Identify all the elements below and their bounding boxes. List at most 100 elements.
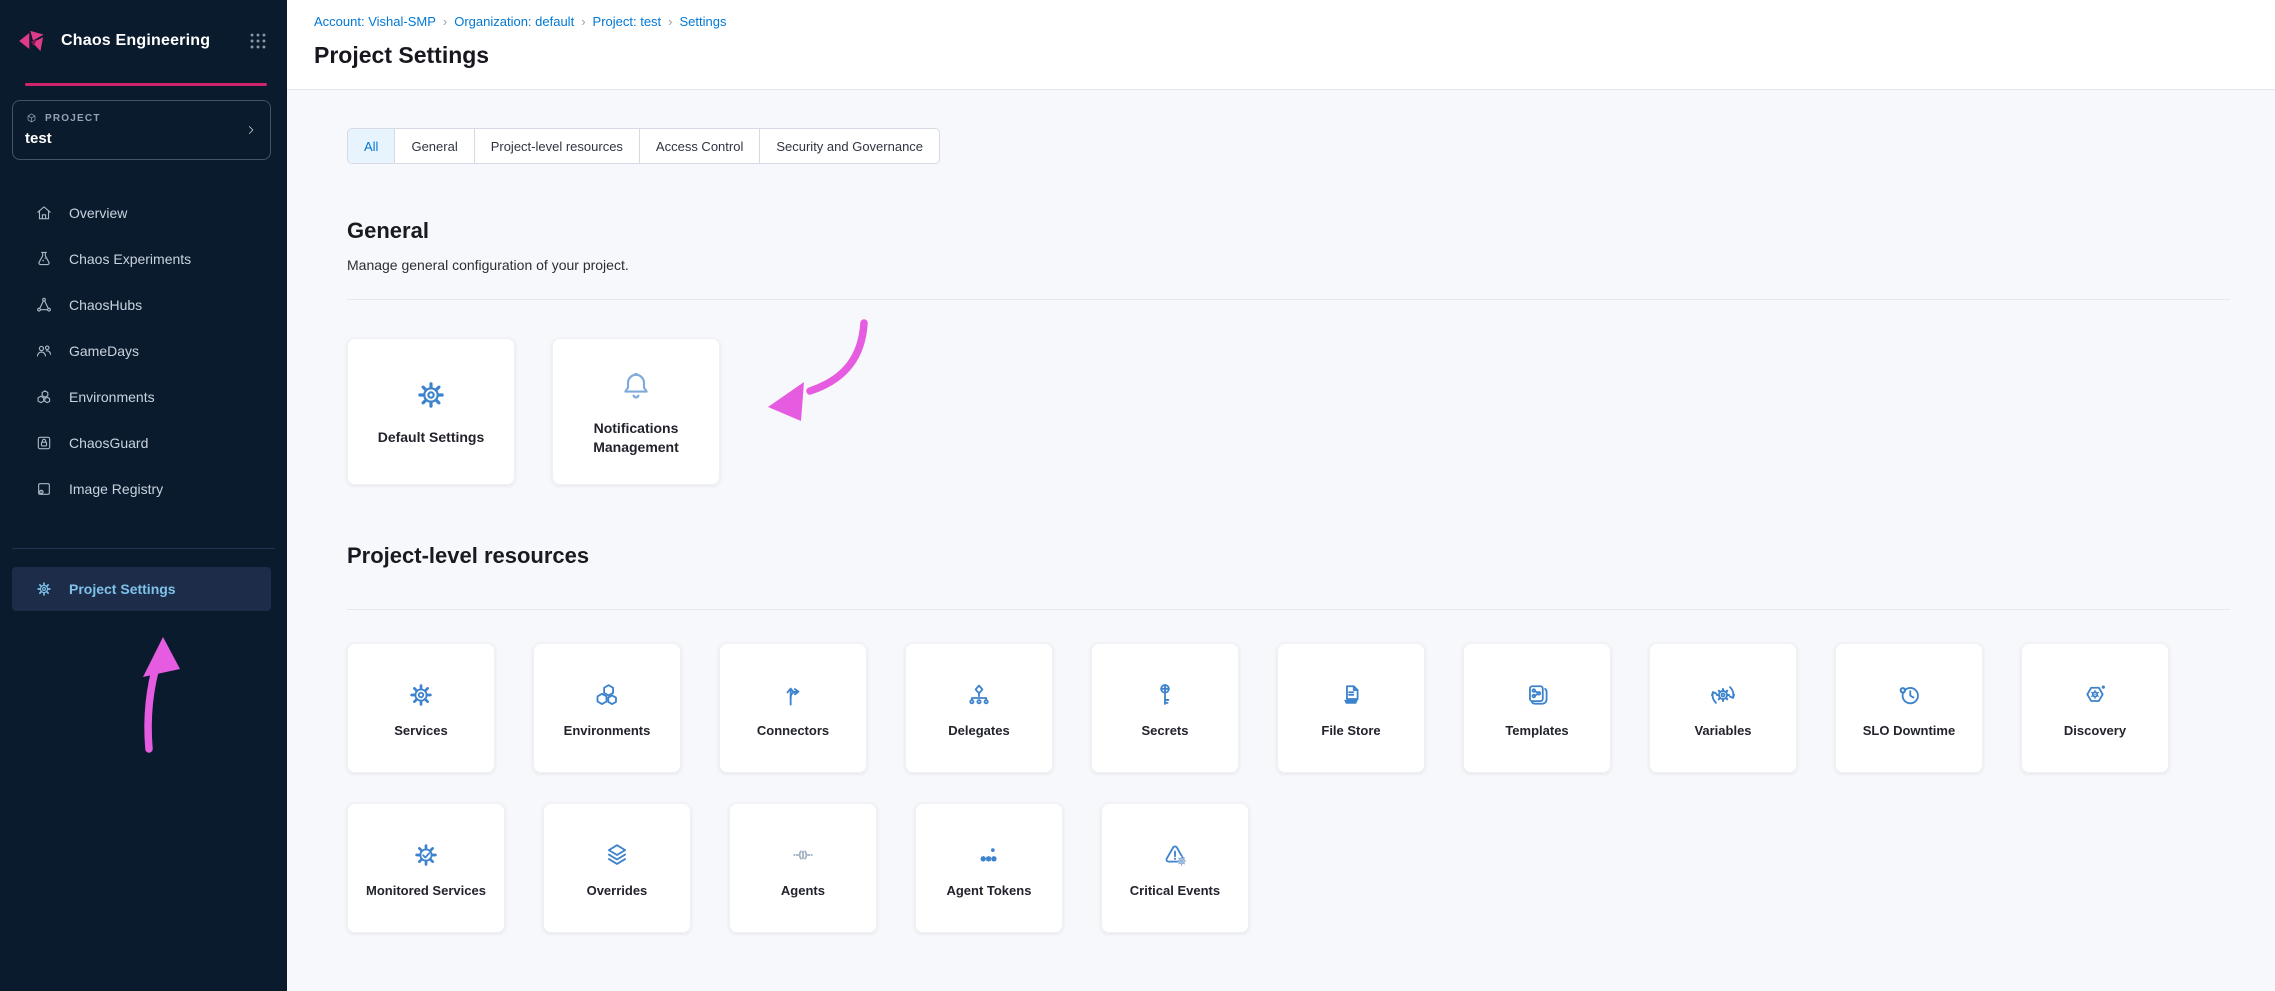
bell-icon — [617, 367, 655, 405]
sidebar-item-chaosguard[interactable]: ChaosGuard — [0, 420, 287, 466]
card-file-store[interactable]: File Store — [1277, 643, 1425, 773]
lock-square-icon — [34, 433, 54, 453]
card-label: Discovery — [2064, 723, 2126, 738]
sidebar-item-project-settings[interactable]: Project Settings — [12, 567, 271, 611]
brand[interactable]: Chaos Engineering — [0, 0, 287, 58]
flask-icon — [34, 249, 54, 269]
breadcrumb-project[interactable]: Project: test — [593, 14, 662, 29]
page-title: Project Settings — [314, 40, 2275, 70]
environments-icon — [591, 679, 623, 711]
sidebar-item-gamedays[interactable]: GameDays — [0, 328, 287, 374]
card-label: Environments — [564, 723, 651, 738]
card-label: Overrides — [587, 883, 648, 898]
monitored-services-icon — [410, 839, 442, 871]
card-label: File Store — [1321, 723, 1380, 738]
breadcrumb-separator: › — [443, 14, 447, 29]
card-services[interactable]: Services — [347, 643, 495, 773]
file-store-icon — [1335, 679, 1367, 711]
discovery-icon — [2079, 679, 2111, 711]
apps-grid-icon[interactable] — [247, 30, 269, 52]
variables-icon — [1707, 679, 1739, 711]
card-default-settings[interactable]: Default Settings — [347, 338, 515, 485]
card-label: Connectors — [757, 723, 829, 738]
tokens-icon — [973, 839, 1005, 871]
sidebar-item-image-registry[interactable]: Image Registry — [0, 466, 287, 512]
card-label: Templates — [1505, 723, 1568, 738]
card-label: Secrets — [1142, 723, 1189, 738]
sidebar-nav: Overview Chaos Experiments ChaosHubs Gam… — [0, 190, 287, 611]
hub-icon — [34, 295, 54, 315]
resources-row-2: Monitored Services Overrides Agents Agen… — [347, 803, 2230, 933]
environments-icon — [34, 387, 54, 407]
templates-icon — [1521, 679, 1553, 711]
sidebar-item-label: Image Registry — [69, 481, 163, 497]
sidebar-item-label: Overview — [69, 205, 127, 221]
card-monitored-services[interactable]: Monitored Services — [347, 803, 505, 933]
card-discovery[interactable]: Discovery — [2021, 643, 2169, 773]
tab-all[interactable]: All — [348, 129, 394, 163]
clock-icon — [1893, 679, 1925, 711]
card-label: Agent Tokens — [946, 883, 1031, 898]
registry-icon — [34, 479, 54, 499]
card-label: Default Settings — [366, 428, 497, 447]
project-selector[interactable]: PROJECT test — [12, 100, 271, 160]
gear-icon — [34, 579, 54, 599]
card-label: Agents — [781, 883, 825, 898]
sidebar-item-label: ChaosGuard — [69, 435, 148, 451]
card-delegates[interactable]: Delegates — [905, 643, 1053, 773]
breadcrumb-account[interactable]: Account: Vishal-SMP — [314, 14, 436, 29]
agents-icon — [787, 839, 819, 871]
card-secrets[interactable]: Secrets — [1091, 643, 1239, 773]
section-title-general: General — [347, 218, 2230, 244]
card-label: Delegates — [948, 723, 1009, 738]
sidebar-item-label: Project Settings — [69, 581, 176, 597]
section-subtitle-general: Manage general configuration of your pro… — [347, 257, 2230, 273]
breadcrumb-settings[interactable]: Settings — [680, 14, 727, 29]
project-label: PROJECT — [45, 113, 101, 124]
project-name: test — [25, 130, 258, 147]
chevron-right-icon — [244, 123, 258, 137]
tab-general[interactable]: General — [394, 129, 473, 163]
sidebar-item-chaoshubs[interactable]: ChaosHubs — [0, 282, 287, 328]
card-variables[interactable]: Variables — [1649, 643, 1797, 773]
brand-title: Chaos Engineering — [61, 32, 236, 50]
card-label: Monitored Services — [366, 883, 486, 898]
sidebar-item-chaos-experiments[interactable]: Chaos Experiments — [0, 236, 287, 282]
layers-icon — [601, 839, 633, 871]
card-label: Critical Events — [1130, 883, 1220, 898]
card-critical-events[interactable]: Critical Events — [1101, 803, 1249, 933]
tab-access-control[interactable]: Access Control — [639, 129, 759, 163]
settings-content: All General Project-level resources Acce… — [287, 90, 2275, 933]
card-agent-tokens[interactable]: Agent Tokens — [915, 803, 1063, 933]
sidebar-item-overview[interactable]: Overview — [0, 190, 287, 236]
breadcrumb-organization[interactable]: Organization: default — [454, 14, 574, 29]
card-templates[interactable]: Templates — [1463, 643, 1611, 773]
connectors-icon — [777, 679, 809, 711]
breadcrumb-separator: › — [581, 14, 585, 29]
breadcrumb: Account: Vishal-SMP › Organization: defaul… — [314, 14, 2275, 30]
section-divider — [347, 609, 2230, 610]
sidebar-item-label: Chaos Experiments — [69, 251, 191, 267]
gear-icon — [405, 679, 437, 711]
card-notifications-management[interactable]: Notifications Management — [552, 338, 720, 485]
card-agents[interactable]: Agents — [729, 803, 877, 933]
sidebar: Chaos Engineering PROJECT test Overview … — [0, 0, 287, 991]
sidebar-item-label: Environments — [69, 389, 155, 405]
people-icon — [34, 341, 54, 361]
card-slo-downtime[interactable]: SLO Downtime — [1835, 643, 1983, 773]
resources-row-1: Services Environments Connectors Delegat… — [347, 643, 2230, 773]
sidebar-item-environments[interactable]: Environments — [0, 374, 287, 420]
card-connectors[interactable]: Connectors — [719, 643, 867, 773]
brand-accent-line — [25, 83, 267, 86]
card-label: Services — [394, 723, 448, 738]
settings-tabbar: All General Project-level resources Acce… — [347, 128, 940, 164]
tab-project-level-resources[interactable]: Project-level resources — [474, 129, 639, 163]
card-label: Notifications Management — [553, 419, 719, 457]
chaos-pinwheel-icon — [16, 24, 50, 58]
card-label: Variables — [1694, 723, 1751, 738]
card-environments[interactable]: Environments — [533, 643, 681, 773]
card-overrides[interactable]: Overrides — [543, 803, 691, 933]
general-cards-row: Default Settings Notifications Managemen… — [347, 338, 2230, 485]
tab-security-and-governance[interactable]: Security and Governance — [759, 129, 939, 163]
breadcrumb-separator: › — [668, 14, 672, 29]
